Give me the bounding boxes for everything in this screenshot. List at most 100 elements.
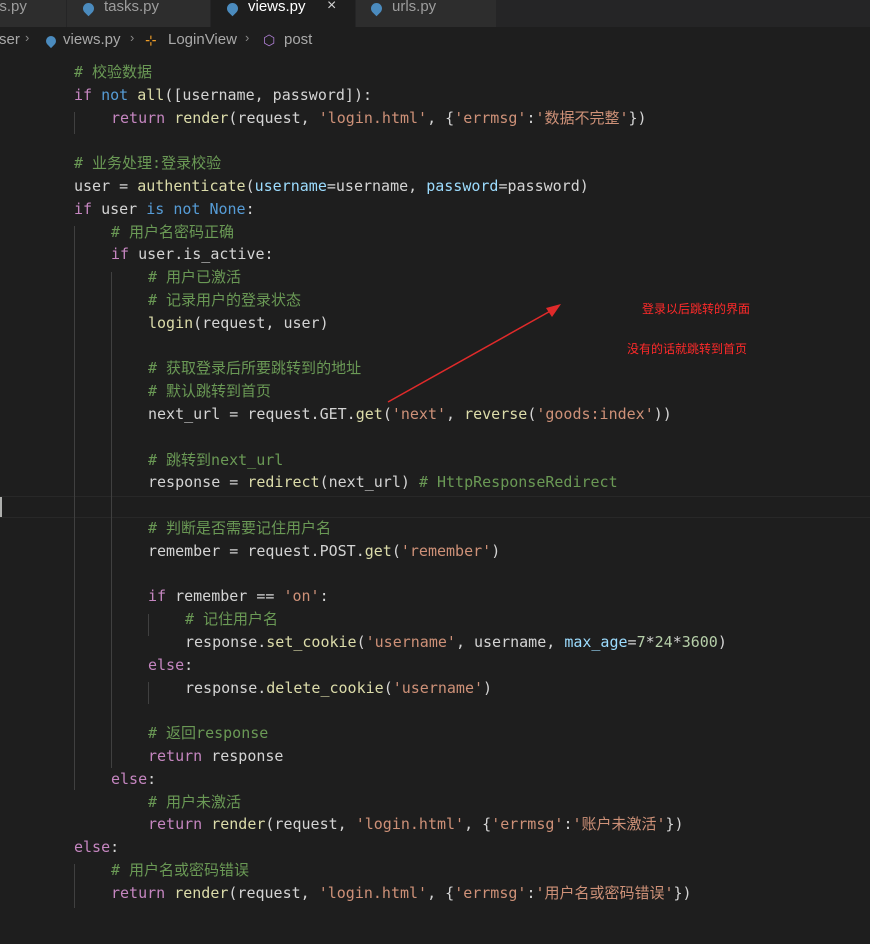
- code-line: # 默认跳转到首页: [148, 380, 271, 402]
- tab-label: tasks.py: [104, 0, 160, 15]
- code-line: else:: [111, 768, 156, 790]
- code-token: get: [364, 541, 392, 560]
- code-line: # 用户已激活: [148, 266, 241, 288]
- code-token: , {: [464, 815, 492, 834]
- code-token: if: [148, 587, 176, 606]
- code-token: return: [111, 108, 175, 127]
- code-token: # 记录用户的登录状态: [148, 291, 302, 309]
- code-token: # 获取登录后所要跳转到的地址: [148, 359, 362, 378]
- code-token: else: [148, 655, 185, 674]
- code-token: max_age: [564, 633, 628, 651]
- tab-urls-py[interactable]: urls.py: [356, 0, 497, 27]
- code-token: ,: [446, 405, 465, 423]
- code-token: is not None: [146, 199, 246, 218]
- code-token: response.: [185, 678, 267, 697]
- code-token: (: [245, 177, 255, 195]
- code-line: user = authenticate(username=username, p…: [74, 175, 589, 197]
- code-token: return: [148, 815, 212, 834]
- code-token: # 用户名密码正确: [111, 222, 235, 241]
- code-token: (request,: [228, 883, 319, 902]
- code-token: user.is_active:: [138, 245, 274, 264]
- code-editor[interactable]: # 校验数据 if not all([username, password]): r…: [0, 52, 870, 944]
- breadcrumb-item-file[interactable]: views.py: [63, 31, 121, 48]
- code-line: else:: [74, 836, 119, 858]
- code-token: *: [672, 633, 682, 651]
- annotation-text-default-home: 没有的话就跳转到首页: [627, 342, 748, 356]
- code-token: :: [184, 655, 194, 674]
- chevron-right-icon: ›: [25, 30, 30, 45]
- class-symbol-icon: ⊹: [145, 32, 157, 48]
- indent-guide: [74, 112, 75, 134]
- code-token: return: [111, 883, 175, 902]
- code-line: return render(request, 'login.html', {'e…: [111, 882, 692, 904]
- code-token: delete_cookie: [266, 678, 384, 697]
- code-token: else: [111, 769, 148, 788]
- code-token: next_url = request.GET.: [148, 405, 356, 423]
- code-token: }): [665, 815, 684, 834]
- code-token: # 业务处理:登录校验: [74, 154, 222, 173]
- code-token: 'login.html': [355, 815, 465, 834]
- code-token: '数据不完整': [535, 108, 629, 127]
- code-token: *: [645, 633, 655, 651]
- code-line: # 返回response: [148, 722, 268, 744]
- code-line: else:: [148, 654, 193, 676]
- code-token: username: [254, 177, 327, 195]
- code-token: '账户未激活': [572, 815, 666, 834]
- code-token: # 校验数据: [74, 63, 153, 81]
- tab-tasks-py[interactable]: tasks.py: [67, 0, 211, 27]
- tab-label: gs.py: [0, 0, 27, 15]
- code-token: reverse: [464, 405, 528, 423]
- code-token: 3600: [681, 633, 718, 651]
- tab-gs-py[interactable]: gs.py: [0, 0, 67, 27]
- code-line: # 跳转到next_url: [148, 449, 283, 471]
- code-token: render: [174, 883, 229, 902]
- code-token: (next_url): [319, 473, 419, 492]
- code-token: '用户名或密码错误': [535, 883, 674, 902]
- code-token: (request, user): [193, 313, 329, 332]
- indent-guide: [111, 272, 112, 768]
- breadcrumb-item-class[interactable]: LoginView: [168, 31, 237, 48]
- code-line: return render(request, 'login.html', {'e…: [148, 813, 684, 835]
- code-token: , username,: [455, 633, 565, 651]
- code-token: not: [101, 85, 138, 104]
- indent-guide: [74, 864, 75, 908]
- code-line: # 用户未激活: [148, 791, 241, 813]
- indent-guide: [148, 682, 149, 704]
- code-token: remember = request.POST.: [148, 541, 365, 560]
- indent-guide: [148, 614, 149, 636]
- code-token: login: [148, 313, 194, 332]
- breadcrumb-item-folder[interactable]: ser: [0, 31, 20, 48]
- python-file-icon: [368, 0, 385, 17]
- code-token: 24: [654, 633, 673, 651]
- code-token: remember ==: [175, 587, 284, 606]
- code-line: # 获取登录后所要跳转到的地址: [148, 357, 361, 379]
- code-token: =username,: [326, 177, 427, 195]
- code-token: # 用户未激活: [148, 792, 242, 811]
- code-line: return response: [148, 745, 283, 767]
- code-token: , {: [427, 108, 455, 127]
- code-line: # 判断是否需要记住用户名: [148, 517, 331, 539]
- code-token: user =: [74, 177, 138, 195]
- close-tab-icon[interactable]: ×: [327, 0, 336, 15]
- code-line: response.set_cookie('username', username…: [185, 631, 727, 653]
- code-token: 'remember': [400, 541, 492, 560]
- code-token: # 用户名或密码错误: [111, 861, 250, 879]
- code-token: response: [211, 747, 284, 765]
- tab-label: urls.py: [392, 0, 437, 15]
- code-token: # 记住用户名: [185, 610, 279, 629]
- code-token: render: [174, 108, 229, 127]
- method-symbol-icon: ⬡: [263, 32, 276, 48]
- code-token: (: [383, 678, 393, 697]
- code-token: render: [211, 815, 266, 834]
- tab-views-py[interactable]: views.py ×: [211, 0, 356, 27]
- code-token: 'goods:index': [536, 405, 654, 423]
- code-token: :: [319, 587, 329, 606]
- code-token: :: [245, 199, 255, 218]
- code-token: 'errmsg': [491, 815, 564, 834]
- code-token: response.: [185, 633, 267, 651]
- code-token: }): [628, 108, 647, 127]
- python-file-icon: [80, 0, 97, 17]
- code-token: (: [527, 405, 537, 423]
- code-token: 'login.html': [318, 108, 428, 127]
- breadcrumb-item-method[interactable]: post: [284, 31, 312, 48]
